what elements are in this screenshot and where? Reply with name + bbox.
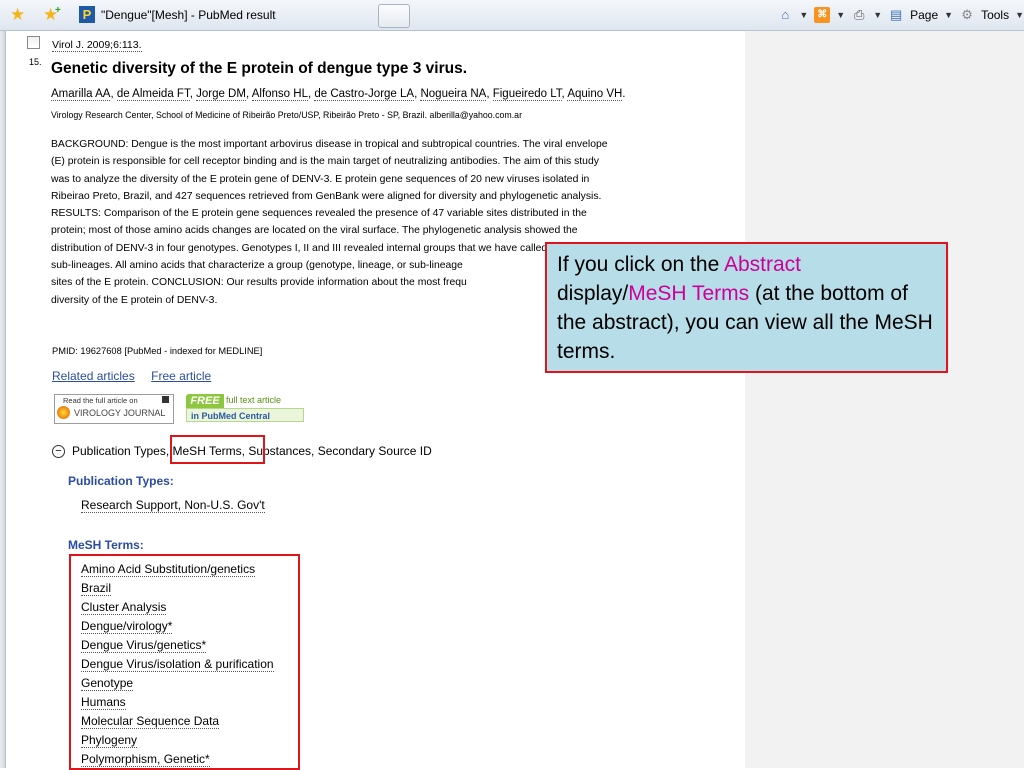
feeds-icon[interactable]: ⌘ [814,7,831,23]
result-select-checkbox[interactable] [27,36,40,49]
publication-types-heading: Publication Types: [68,474,174,488]
right-sidebar-panel [745,31,1024,768]
command-bar: ⌂ ▼ ⌘ ▼ ⎙ ▼ ▤ Page ▼ ⚙ Tools ▼ [777,5,1024,25]
substances-source-toggle[interactable]: Substances, Secondary Source ID [248,444,431,458]
page-menu-button[interactable]: Page [910,8,938,22]
mesh-terms-highlight-box [170,435,265,464]
abstract-line: BACKGROUND: Dengue is the most important… [51,139,608,150]
tools-menu-button[interactable]: Tools [981,8,1009,22]
collapse-icon[interactable]: − [52,445,65,458]
vj-badge-top-text: Read the full article on [63,396,138,405]
feeds-dropdown-icon[interactable]: ▼ [836,10,845,20]
window-left-border [0,31,6,768]
tools-gear-icon: ⚙ [961,7,973,22]
related-links: Related articles Free article [52,367,223,385]
browser-toolbar: ★ ★ + P "Dengue"[Mesh] - PubMed result ⌂… [0,0,1024,31]
citation-link[interactable]: Virol J. 2009;6:113. [52,39,142,52]
pmid-line: PMID: 19627608 [PubMed - indexed for MED… [52,346,263,356]
publication-types-toggle[interactable]: Publication Types [72,444,166,458]
vj-arrow-icon [162,396,169,403]
browser-tab-active[interactable]: P "Dengue"[Mesh] - PubMed result [76,3,376,28]
author-link[interactable]: Figueiredo LT [492,88,562,101]
publication-type-item: Research Support, Non-U.S. Gov't [81,498,265,513]
page-icon: ▤ [889,7,903,22]
author-link[interactable]: de Almeida FT [116,88,190,101]
abstract-line: Ribeirao Preto, Brazil, and 427 sequence… [51,190,602,202]
home-icon[interactable]: ⌂ [777,7,793,23]
print-dropdown-icon[interactable]: ▼ [873,10,882,20]
callout-text-2: display/ [557,282,629,305]
mesh-list-highlight-box [69,554,300,770]
author-affiliation: Virology Research Center, School of Medi… [51,110,522,120]
mesh-terms-heading: MeSH Terms: [68,538,144,552]
free-article-link[interactable]: Free article [151,369,211,383]
abstract-line: RESULTS: Comparison of the E protein gen… [51,208,587,220]
author-link[interactable]: de Castro-Jorge LA [314,88,415,101]
author-link[interactable]: Jorge DM [196,88,246,101]
home-dropdown-icon[interactable]: ▼ [799,10,808,20]
tools-dropdown-icon[interactable]: ▼ [1015,10,1024,20]
author-link[interactable]: Nogueira NA [420,88,487,101]
author-list: Amarilla AA, de Almeida FT, Jorge DM, Al… [51,88,626,101]
callout-abstract-highlight: Abstract [723,253,801,276]
vj-badge-name: VIROLOGY JOURNAL [74,408,166,418]
pubmed-favicon-icon: P [79,6,95,23]
pmc-full-text-label: full text article [226,395,282,405]
article-title[interactable]: Genetic diversity of the E protein of de… [51,60,467,78]
add-favorite-plus-icon: + [55,5,61,16]
instruction-callout: If you click on the Abstract display/MeS… [545,242,948,373]
print-icon[interactable]: ⎙ [851,7,867,23]
pmc-bottom-label: in PubMed Central [186,408,304,422]
journal-citation[interactable]: Virol J. 2009;6:113. [52,39,142,52]
abstract-line: protein; most of those amino acids chang… [51,225,578,237]
callout-mesh-highlight: MeSH Terms [628,282,750,305]
author-link[interactable]: Aquino VH [567,88,623,101]
author-link[interactable]: Amarilla AA [51,88,111,101]
page-dropdown-icon[interactable]: ▼ [944,10,953,20]
abstract-line: was to analyze the diversity of the E pr… [51,173,590,185]
callout-text-1: If you click on the [557,253,724,276]
virology-journal-badge[interactable]: Read the full article on VIROLOGY JOURNA… [54,394,174,424]
pmc-free-label: FREE [186,394,224,408]
related-articles-link[interactable]: Related articles [52,369,135,383]
new-tab-button[interactable] [378,4,410,28]
virology-journal-logo-icon [57,406,70,419]
favorites-star-icon[interactable]: ★ [10,6,25,23]
pubmed-central-badge[interactable]: FREE full text article in PubMed Central [186,394,306,424]
author-link[interactable]: Alfonso HL [251,88,308,101]
abstract-line: (E) protein is responsible for cell rece… [51,156,599,168]
tab-title: "Dengue"[Mesh] - PubMed result [101,8,276,22]
result-number: 15. [29,57,42,67]
publication-type-link[interactable]: Research Support, Non-U.S. Gov't [81,498,265,513]
